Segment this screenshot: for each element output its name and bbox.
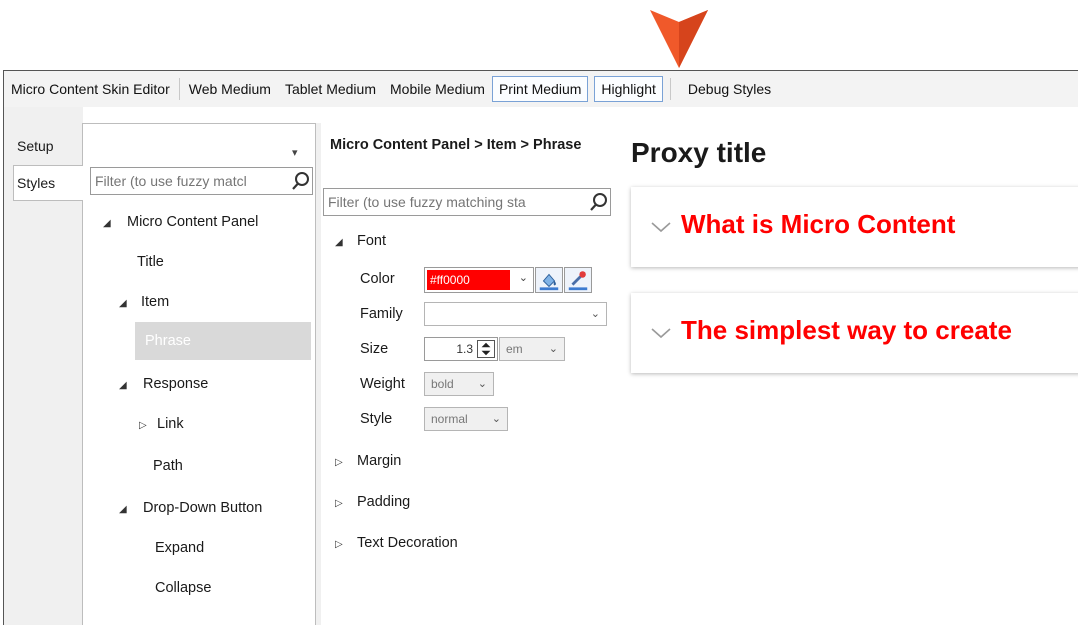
toolbar-separator	[669, 78, 671, 100]
micro-content-item[interactable]: What is Micro Content	[631, 187, 1078, 267]
chevron-down-icon[interactable]: ⌄	[492, 408, 501, 430]
toolbar-tablet-medium[interactable]: Tablet Medium	[278, 76, 383, 102]
item-phrase[interactable]: The simplest way to create	[681, 315, 1012, 346]
group-text-decoration[interactable]: ▷ Text Decoration	[335, 535, 458, 551]
search-icon[interactable]	[290, 170, 312, 192]
family-select[interactable]: ⌄	[424, 302, 607, 326]
breadcrumb: Micro Content Panel > Item > Phrase	[330, 137, 582, 153]
tab-setup[interactable]: Setup	[13, 128, 79, 164]
toolbar-mobile-medium[interactable]: Mobile Medium	[383, 76, 492, 102]
properties-pane: Micro Content Panel > Item > Phrase ◢Fon…	[315, 123, 611, 625]
weight-label: Weight	[360, 376, 405, 392]
expanded-icon[interactable]: ◢	[119, 492, 137, 528]
tree-filter-field[interactable]	[91, 173, 290, 189]
weight-select[interactable]: bold ⌄	[424, 372, 494, 396]
expanded-icon[interactable]: ◢	[119, 286, 137, 322]
tree-node-drop-down-button[interactable]: ◢ Drop-Down Button	[119, 490, 262, 526]
editor-main: Setup Styles ▾ ◢ Micro Content Panel Titl…	[3, 107, 1078, 625]
tree-node-label: Response	[143, 376, 209, 392]
weight-value: bold	[431, 377, 454, 391]
properties-panel: Micro Content Panel > Item > Phrase ◢Fon…	[321, 123, 611, 625]
pin-icon[interactable]: ▾	[292, 146, 298, 159]
collapsed-icon[interactable]: ▷	[335, 539, 357, 550]
callout-arrow-icon	[650, 10, 708, 68]
group-margin[interactable]: ▷ Margin	[335, 453, 401, 469]
tree-node-label: Item	[141, 294, 170, 310]
group-label: Margin	[357, 453, 402, 469]
collapsed-icon[interactable]: ▷	[335, 457, 357, 468]
size-value: 1.3	[456, 342, 473, 356]
expanded-icon[interactable]: ◢	[103, 206, 121, 242]
tree-node-title[interactable]: Title	[137, 244, 164, 280]
chevron-down-icon[interactable]: ⌄	[478, 373, 487, 395]
style-select[interactable]: normal ⌄	[424, 407, 508, 431]
vertical-tabs: Setup Styles	[4, 107, 83, 625]
size-label: Size	[360, 341, 389, 357]
color-label: Color	[360, 271, 395, 287]
tree-node-label: Micro Content Panel	[127, 214, 259, 230]
toolbar-separator	[178, 78, 180, 100]
tree-node-label: Drop-Down Button	[143, 500, 263, 516]
size-unit-select[interactable]: em ⌄	[499, 337, 565, 361]
toolbar-highlight-toggle[interactable]: Highlight	[594, 76, 663, 102]
expanded-icon[interactable]: ◢	[335, 237, 357, 248]
tree-filter-input[interactable]	[90, 167, 313, 195]
proxy-title: Proxy title	[631, 137, 767, 168]
group-padding[interactable]: ▷ Padding	[335, 494, 410, 510]
size-unit-value: em	[506, 342, 523, 356]
toolbar-debug-styles[interactable]: Debug Styles	[681, 76, 778, 102]
toolbar-print-medium[interactable]: Print Medium	[491, 76, 589, 102]
tree-node-expand[interactable]: Expand	[155, 530, 204, 566]
size-stepper[interactable]: 1.3	[424, 337, 498, 361]
group-label: Font	[357, 233, 387, 249]
collapsed-icon[interactable]: ▷	[335, 498, 357, 509]
tree-node-phrase[interactable]: Phrase	[135, 322, 311, 360]
color-swatch[interactable]: #ff0000	[427, 270, 510, 290]
family-label: Family	[360, 306, 403, 322]
chevron-down-icon[interactable]: ⌄	[519, 271, 528, 284]
props-filter-input[interactable]	[323, 188, 611, 216]
tree-node-item[interactable]: ◢ Item	[119, 284, 169, 320]
props-filter-field[interactable]	[324, 194, 588, 210]
collapsed-icon[interactable]: ▷	[139, 408, 157, 444]
style-label: Style	[360, 411, 393, 427]
tree-node-path[interactable]: Path	[153, 448, 183, 484]
toolbar-skin-editor[interactable]: Micro Content Skin Editor	[4, 76, 177, 102]
search-icon[interactable]	[588, 191, 610, 213]
style-value: normal	[431, 412, 468, 426]
tab-styles[interactable]: Styles	[13, 165, 83, 201]
style-tree-pane: ▾ ◢Micro Content Panel Title ◢Item Phras…	[82, 123, 315, 625]
micro-content-item[interactable]: The simplest way to create	[631, 293, 1078, 373]
tree-node-collapse[interactable]: Collapse	[155, 570, 211, 606]
expanded-icon[interactable]: ◢	[119, 368, 137, 404]
eyedropper-icon[interactable]	[564, 267, 592, 293]
chevron-down-icon[interactable]	[649, 217, 673, 237]
chevron-down-icon[interactable]	[649, 323, 673, 343]
group-label: Text Decoration	[357, 535, 458, 551]
toolbar-web-medium[interactable]: Web Medium	[182, 76, 278, 102]
preview-pane: Proxy title What is Micro Content The si…	[611, 107, 1078, 625]
group-label: Padding	[357, 494, 411, 510]
toolbar: Micro Content Skin Editor Web Medium Tab…	[3, 70, 1078, 107]
chevron-down-icon[interactable]: ⌄	[591, 303, 600, 325]
item-phrase[interactable]: What is Micro Content	[681, 209, 955, 240]
tree-node-link[interactable]: ▷ Link	[139, 406, 184, 442]
tree-node-response[interactable]: ◢ Response	[119, 366, 208, 402]
color-picker[interactable]: #ff0000 ⌄	[424, 267, 534, 293]
paint-bucket-icon[interactable]	[535, 267, 563, 293]
group-font[interactable]: ◢ Font	[335, 233, 386, 249]
tree-node-label: Link	[157, 416, 184, 432]
spin-arrows-icon[interactable]	[477, 340, 495, 358]
chevron-down-icon[interactable]: ⌄	[549, 338, 558, 360]
tree-node-micro-content-panel[interactable]: ◢ Micro Content Panel	[103, 204, 258, 240]
